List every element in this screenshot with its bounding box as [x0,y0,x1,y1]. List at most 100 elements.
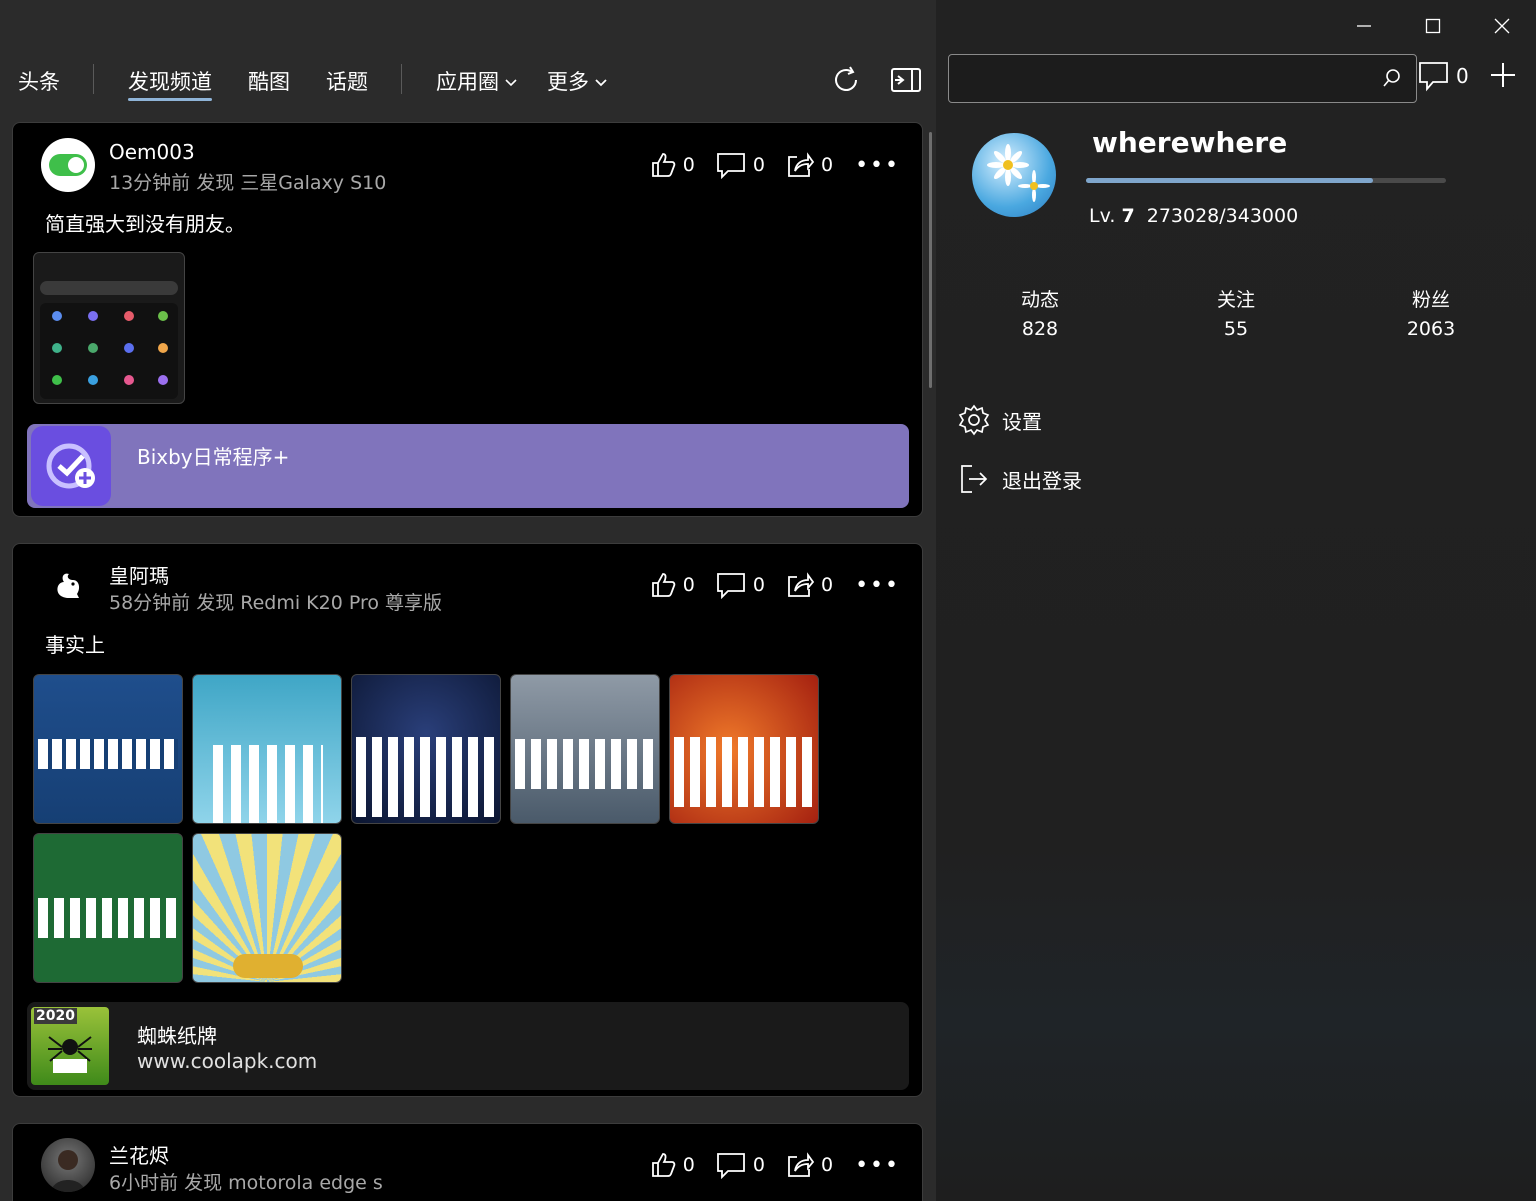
stat-label: 关注 [1216,289,1255,311]
messages-button[interactable]: 0 [1418,60,1469,92]
feed-list: Oem003 13分钟前 发现 三星Galaxy S10 0 0 0 ••• 简… [0,110,936,1201]
post-image[interactable] [33,674,183,824]
comment-icon [716,1153,745,1179]
like-button[interactable]: 0 [649,151,695,179]
stat-followers[interactable]: 粉丝 2063 [1351,285,1511,340]
more-options-icon[interactable]: ••• [855,1153,900,1178]
user-avatar[interactable] [41,138,95,192]
post-username[interactable]: 皇阿瑪 [109,560,169,589]
thumbs-up-icon [651,153,676,177]
post-actions: 0 0 0 ••• [629,151,900,179]
spider-solitaire-icon: 2020 [31,1007,109,1085]
level-info: Lv. 7 273028/343000 [1089,205,1298,227]
like-button[interactable]: 0 [649,1151,695,1179]
tab-more-label: 更多 [547,70,589,94]
stat-posts[interactable]: 动态 828 [960,285,1120,340]
maximize-icon [1425,18,1440,34]
level-progress-bar [1086,178,1446,183]
settings-menu-item[interactable]: 设置 [958,404,1042,436]
post-text: 事实上 [45,633,105,657]
toggle-pane-button[interactable] [886,60,926,100]
app-link-url: www.coolapk.com [137,1049,318,1073]
post-card[interactable]: 兰花烬 6小时前 发现 motorola edge s 0 0 0 ••• [12,1123,923,1201]
user-avatar[interactable] [41,1138,95,1192]
chevron-down-icon [595,76,607,91]
chevron-down-icon [505,76,517,91]
more-options-icon[interactable]: ••• [855,573,900,598]
search-input[interactable] [948,54,1417,103]
share-button[interactable]: 0 [785,151,833,179]
profile-avatar[interactable] [972,133,1056,217]
close-button[interactable] [1467,0,1536,52]
tab-headlines[interactable]: 头条 [18,66,60,96]
post-card[interactable]: 皇阿瑪 58分钟前 发现 Redmi K20 Pro 尊享版 0 0 0 •••… [12,543,923,1097]
post-image[interactable] [510,674,660,824]
profile-username[interactable]: wherewhere [1092,126,1287,159]
logout-menu-item[interactable]: 退出登录 [958,463,1082,495]
tab-more[interactable]: 更多 [547,66,607,96]
app-icon-label: 2020 [34,1008,77,1024]
app-link-name: Bixby日常程序+ [137,445,290,469]
thumbs-up-icon [651,573,676,597]
app-link-card[interactable]: Bixby日常程序+ [27,424,909,508]
nav-divider [93,64,94,94]
window-controls [1329,0,1536,52]
like-count: 0 [682,154,695,176]
share-button[interactable]: 0 [785,1151,833,1179]
post-card[interactable]: Oem003 13分钟前 发现 三星Galaxy S10 0 0 0 ••• 简… [12,122,923,517]
refresh-button[interactable] [826,60,866,100]
feed-scrollbar[interactable] [929,132,932,388]
post-image[interactable] [192,833,342,983]
post-image[interactable] [351,674,501,824]
squirrel-logo-icon [57,573,80,598]
comment-button[interactable]: 0 [715,151,765,179]
post-meta: 6小时前 发现 motorola edge s [109,1172,383,1194]
settings-label: 设置 [1002,409,1042,434]
stat-following[interactable]: 关注 55 [1156,285,1316,340]
active-tab-indicator [128,98,212,101]
minimize-icon [1356,25,1371,27]
post-image[interactable] [33,833,183,983]
thumbs-up-icon [651,1153,676,1177]
refresh-icon [835,66,857,91]
level-value: 7 [1121,205,1135,227]
message-count: 0 [1456,64,1469,88]
gear-icon [958,404,990,436]
app-link-card[interactable]: 2020 蜘蛛纸牌 www.coolapk.com [27,1002,909,1090]
tab-topics[interactable]: 话题 [326,66,368,96]
post-meta: 58分钟前 发现 Redmi K20 Pro 尊享版 [109,592,443,614]
share-icon [788,572,815,597]
more-options-icon[interactable]: ••• [855,153,900,178]
tab-cool-images[interactable]: 酷图 [248,66,290,96]
like-button[interactable]: 0 [649,571,695,599]
post-username[interactable]: Oem003 [109,140,195,164]
level-progress-fill [1086,178,1373,183]
maximize-button[interactable] [1398,0,1467,52]
like-count: 0 [682,1154,695,1176]
user-avatar[interactable] [41,558,95,612]
message-icon [1419,62,1448,92]
tab-discover[interactable]: 发现频道 [128,66,212,96]
comment-button[interactable]: 0 [715,1151,765,1179]
post-actions: 0 0 0 ••• [629,1151,900,1179]
like-count: 0 [682,574,695,596]
post-image[interactable] [192,674,342,824]
search-field[interactable] [959,63,1359,93]
left-pane: 头条 发现频道 酷图 话题 应用圈 更多 Oem003 13分钟前 发现 三星G… [0,0,936,1201]
comment-count: 0 [752,1154,765,1176]
post-username[interactable]: 兰花烬 [109,1140,169,1169]
add-button[interactable] [1488,60,1518,94]
right-pane: 0 wherewhere Lv. 7 273028/343000 动态 828 … [936,0,1536,1201]
sign-out-icon [961,465,988,493]
comment-button[interactable]: 0 [715,571,765,599]
post-text: 简直强大到没有朋友。 [45,212,245,236]
minimize-button[interactable] [1329,0,1398,52]
share-icon [788,1152,815,1177]
post-image[interactable] [33,252,185,404]
tab-app-circle[interactable]: 应用圈 [436,66,517,96]
daisy-avatar-icon [987,144,1050,202]
share-icon [788,152,815,177]
search-icon[interactable] [1382,68,1402,88]
post-image[interactable] [669,674,819,824]
share-button[interactable]: 0 [785,571,833,599]
